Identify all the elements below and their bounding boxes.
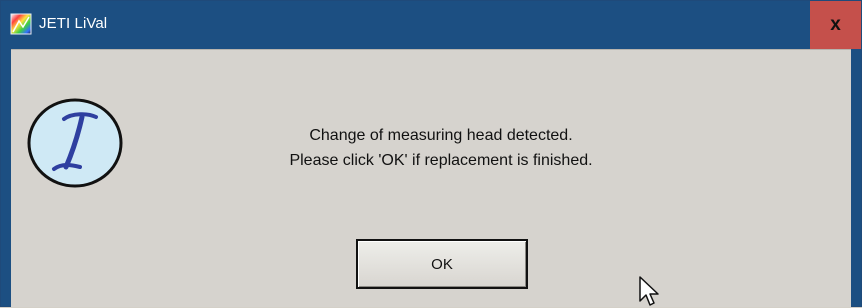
close-button[interactable]: x (810, 1, 861, 49)
window-title: JETI LiVal (39, 15, 108, 32)
dialog-body: Change of measuring head detected. Pleas… (11, 49, 851, 307)
ok-button[interactable]: OK (356, 239, 528, 289)
info-i-icon (27, 98, 123, 188)
dialog-window: JETI LiVal x Change of measuring head de… (0, 0, 862, 307)
message-line-1: Change of measuring head detected. (309, 127, 573, 144)
window-border-left (1, 49, 11, 306)
dialog-message: Change of measuring head detected. Pleas… (141, 123, 741, 173)
message-line-2: Please click 'OK' if replacement is fini… (289, 152, 593, 169)
title-bar[interactable]: JETI LiVal x (1, 1, 861, 49)
window-border-right (851, 49, 861, 306)
mouse-pointer-icon (639, 276, 659, 306)
app-logo-icon (10, 13, 32, 35)
